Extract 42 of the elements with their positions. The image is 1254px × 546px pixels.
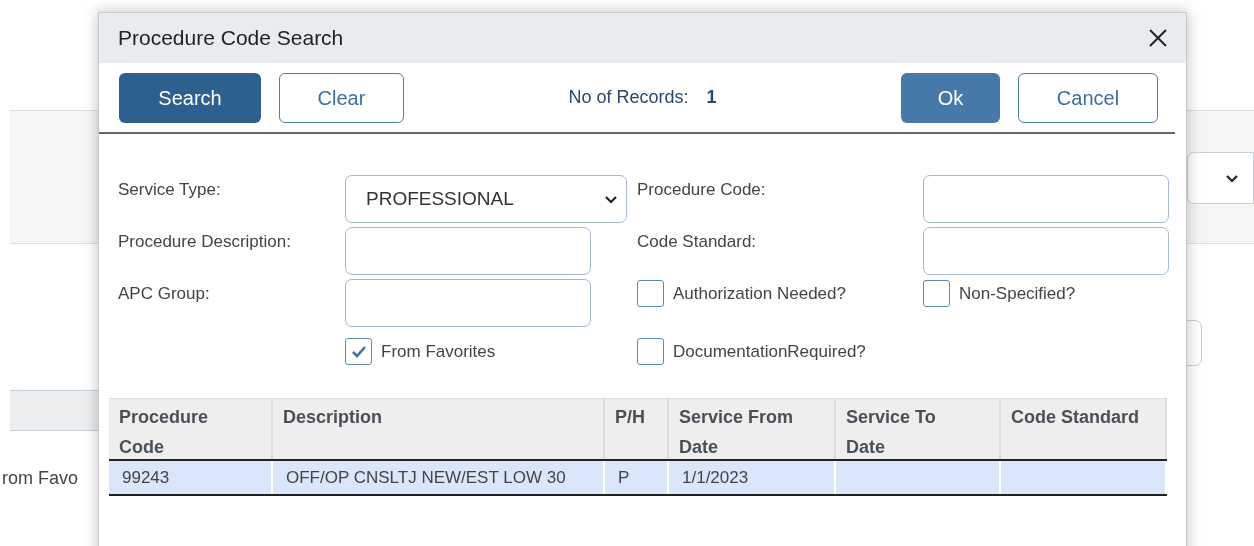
table-cell: 1/1/2023: [669, 461, 836, 494]
field-label: APC Group:: [118, 283, 211, 305]
service-type-select[interactable]: PROFESSIONAL: [345, 175, 627, 223]
records-count: 1: [706, 86, 717, 109]
checkbox[interactable]: [637, 280, 664, 307]
checkbox[interactable]: [637, 338, 664, 365]
close-icon[interactable]: [1148, 28, 1168, 48]
checkbox-label: Authorization Needed?: [673, 282, 846, 305]
field-label: Procedure Code:: [637, 179, 767, 201]
field-label: Service Type:: [118, 179, 222, 201]
table-cell: OFF/OP CNSLTJ NEW/EST LOW 30: [273, 461, 605, 494]
checkbox-label: From Favorites: [381, 340, 496, 363]
column-header[interactable]: Service From Date: [669, 399, 836, 459]
chevron-down-icon: [604, 194, 618, 204]
checkbox-label: DocumentationRequired?: [673, 340, 866, 363]
table-cell: P: [605, 461, 669, 494]
dropdown-field[interactable]: [1187, 152, 1254, 204]
checkbox[interactable]: [923, 280, 950, 307]
table-row[interactable]: 99243 OFF/OP CNSLTJ NEW/EST LOW 30 P 1/1/2023: [109, 461, 1167, 496]
records-label: No of Records:: [568, 86, 689, 109]
page-text: rom Favo: [2, 467, 79, 490]
input-field[interactable]: [345, 279, 591, 327]
column-header[interactable]: Service To Date: [836, 399, 1001, 459]
chevron-down-icon: [1225, 173, 1239, 183]
checkbox[interactable]: [345, 338, 372, 365]
input-field[interactable]: [923, 175, 1169, 223]
column-header[interactable]: P/H: [605, 399, 669, 459]
field-label: Code Standard:: [637, 231, 758, 253]
column-header[interactable]: Procedure Code: [109, 399, 273, 459]
input-field[interactable]: [345, 227, 591, 275]
ok-button[interactable]: Ok: [901, 72, 1000, 123]
table-cell: 99243: [109, 461, 273, 494]
cancel-button[interactable]: Cancel: [1018, 72, 1158, 123]
check-icon: [350, 345, 367, 358]
checkbox-label: Non-Specified?: [959, 282, 1076, 305]
column-header[interactable]: Description: [273, 399, 605, 459]
field-label: Procedure Description:: [118, 231, 292, 253]
clear-button[interactable]: Clear: [279, 72, 404, 123]
input-field[interactable]: [923, 227, 1169, 275]
search-button[interactable]: Search: [119, 72, 261, 123]
dialog-title: Procedure Code Search: [118, 25, 344, 52]
column-header[interactable]: Code Standard: [1001, 399, 1167, 459]
